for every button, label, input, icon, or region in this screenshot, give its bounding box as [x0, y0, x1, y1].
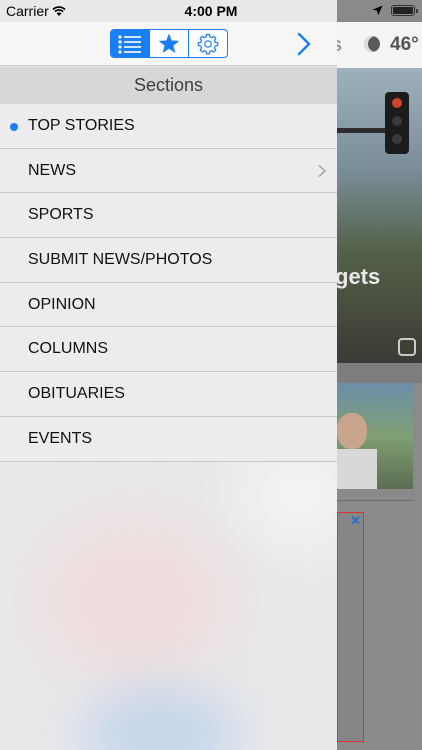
photo-headline-fragment: gets — [335, 264, 381, 289]
gallery-icon[interactable] — [398, 338, 416, 356]
selected-indicator-dot — [10, 123, 18, 131]
section-item-opinion[interactable]: OPINION — [0, 282, 337, 328]
section-label: NEWS — [28, 161, 76, 179]
app-screen: s 46° gets ✕ Carrier 4:00 PM — [0, 0, 422, 750]
section-label: OPINION — [28, 295, 96, 313]
weather-temperature: 46° — [390, 34, 419, 55]
background-portrait-photo[interactable] — [337, 383, 413, 489]
section-item-events[interactable]: EVENTS — [0, 416, 337, 462]
drawer-mode-segmented-control — [110, 29, 228, 58]
sections-title: Sections — [0, 67, 337, 104]
sections-drawer: Sections TOP STORIES NEWS SPORTS SUBMIT … — [0, 0, 337, 750]
section-item-sports[interactable]: SPORTS — [0, 193, 337, 239]
tab-favorites[interactable] — [149, 30, 188, 57]
section-label: SPORTS — [28, 206, 94, 224]
section-item-top-stories[interactable]: TOP STORIES — [0, 104, 337, 149]
section-item-obituaries[interactable]: OBITUARIES — [0, 372, 337, 417]
close-drawer-button[interactable] — [294, 31, 314, 57]
tab-settings[interactable] — [188, 30, 227, 57]
section-item-news[interactable]: NEWS — [0, 148, 337, 194]
ad-close-icon[interactable]: ✕ — [350, 513, 361, 529]
section-item-submit-news-photos[interactable]: SUBMIT NEWS/PHOTOS — [0, 238, 337, 283]
background-separator — [337, 363, 422, 383]
battery-icon — [391, 5, 418, 16]
section-label: TOP STORIES — [28, 116, 135, 134]
chevron-right-icon — [297, 32, 311, 56]
background-divider — [337, 500, 413, 501]
section-item-columns[interactable]: COLUMNS — [0, 327, 337, 373]
list-icon — [118, 34, 141, 54]
section-label: OBITUARIES — [28, 384, 125, 402]
background-header: s 46° — [331, 22, 422, 68]
background-advertisement[interactable]: ✕ — [337, 512, 364, 742]
tab-sections[interactable] — [111, 30, 149, 57]
drawer-header — [0, 22, 337, 66]
chevron-right-icon — [318, 164, 327, 177]
section-list: TOP STORIES NEWS SPORTS SUBMIT NEWS/PHOT… — [0, 104, 337, 462]
star-icon — [158, 33, 180, 53]
location-arrow-icon — [372, 5, 383, 16]
section-label: EVENTS — [28, 429, 93, 447]
status-time: 4:00 PM — [184, 3, 238, 19]
portrait-face — [337, 413, 367, 449]
moon-icon — [364, 36, 380, 52]
gear-icon — [197, 33, 219, 54]
signal-pole — [337, 128, 385, 133]
portrait-shirt — [337, 449, 377, 489]
traffic-signal — [385, 92, 409, 154]
status-bar: Carrier 4:00 PM — [0, 0, 422, 22]
section-label: COLUMNS — [28, 340, 109, 358]
background-lead-photo[interactable]: gets — [335, 68, 422, 363]
section-label: SUBMIT NEWS/PHOTOS — [28, 250, 213, 268]
